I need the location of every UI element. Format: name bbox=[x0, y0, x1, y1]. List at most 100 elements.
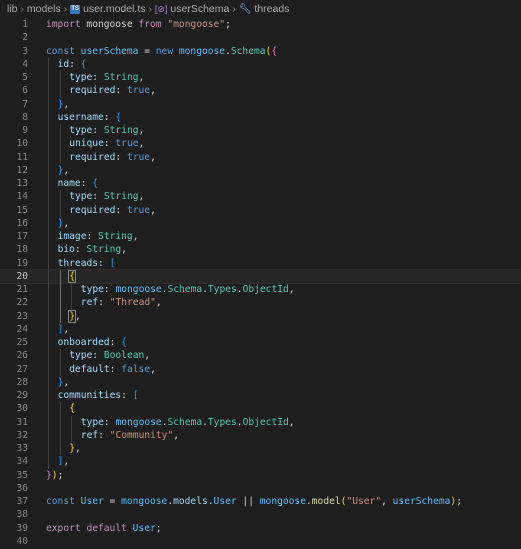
code-token: = bbox=[103, 496, 122, 507]
code-line[interactable]: 14 type: String, bbox=[0, 190, 521, 204]
code-line[interactable]: 22 ref: "Thread", bbox=[0, 296, 521, 310]
code-editor[interactable]: 1 import mongoose from "mongoose"; 2 3 const… bbox=[0, 18, 521, 548]
code-token: String bbox=[103, 125, 139, 136]
code-token: : bbox=[98, 257, 110, 269]
code-token: ; bbox=[155, 522, 162, 534]
indent-guide bbox=[59, 442, 61, 456]
code-line[interactable]: 5 type: String, bbox=[0, 71, 521, 85]
line-number: 36 bbox=[16, 482, 28, 494]
line-number: 33 bbox=[16, 443, 28, 454]
code-token: , bbox=[173, 429, 180, 441]
code-line[interactable]: 16}, bbox=[0, 216, 521, 230]
code-token: , bbox=[132, 231, 139, 242]
code-line[interactable]: 38 bbox=[0, 508, 521, 521]
code-token: id bbox=[57, 58, 70, 70]
code-line[interactable]: 29 communities: [ bbox=[0, 389, 521, 403]
code-line[interactable]: 34], bbox=[0, 455, 521, 469]
code-token: , bbox=[63, 376, 70, 388]
code-text: onboarded: { bbox=[58, 336, 127, 349]
code-token: type bbox=[69, 125, 93, 136]
indent-guide bbox=[48, 442, 49, 456]
code-line[interactable]: 19 threads: [ bbox=[0, 256, 521, 270]
code-line[interactable]: 18 bio: String, bbox=[0, 243, 521, 257]
breadcrumb-lib[interactable]: lib bbox=[7, 3, 18, 15]
line-number: 9 bbox=[22, 125, 28, 136]
code-token: mongoose bbox=[178, 45, 226, 57]
code-line[interactable]: 37 const User = mongoose.models.User || m… bbox=[0, 495, 521, 508]
line-number: 1 bbox=[22, 19, 28, 30]
indent-guide bbox=[59, 428, 61, 442]
code-token: : bbox=[115, 151, 127, 163]
indent-guide bbox=[59, 71, 61, 85]
code-token: mongoose bbox=[121, 496, 168, 507]
code-text: import mongoose from "mongoose"; bbox=[46, 18, 231, 31]
indent-guide bbox=[48, 283, 49, 297]
code-line[interactable]: 24], bbox=[0, 322, 521, 336]
indent-guide bbox=[48, 389, 49, 403]
code-token: : bbox=[92, 72, 104, 83]
code-token: ; bbox=[225, 19, 231, 30]
code-text: unique: true, bbox=[69, 137, 144, 150]
breadcrumb-symbol-threads[interactable]: threads bbox=[254, 3, 289, 15]
code-line[interactable]: 6 required: true, bbox=[0, 84, 521, 98]
code-line[interactable]: 17 image: String, bbox=[0, 230, 521, 244]
code-line[interactable]: 1 import mongoose from "mongoose"; bbox=[0, 18, 521, 31]
code-line[interactable]: 31 type: mongoose.Schema.Types.ObjectId, bbox=[0, 415, 521, 429]
code-token: name bbox=[57, 178, 81, 189]
indent-guide bbox=[59, 203, 61, 217]
code-line[interactable]: 39 export default User; bbox=[0, 522, 521, 535]
indent-guide bbox=[59, 84, 61, 98]
code-token: { bbox=[80, 58, 87, 70]
typescript-file-icon: TS bbox=[70, 4, 81, 14]
code-text: const userSchema = new mongoose.Schema({ bbox=[46, 45, 277, 58]
code-line[interactable]: 32 ref: "Community", bbox=[0, 428, 521, 442]
code-line[interactable]: 36 bbox=[0, 482, 521, 495]
code-text: ], bbox=[58, 323, 70, 336]
code-line[interactable]: 4 id: { bbox=[0, 57, 521, 71]
code-line[interactable]: 12}, bbox=[0, 163, 521, 177]
code-token: , bbox=[155, 297, 162, 309]
code-line[interactable]: 40 bbox=[0, 535, 521, 548]
code-token: mongoose bbox=[115, 416, 162, 428]
code-token: : bbox=[109, 337, 122, 348]
code-line[interactable]: 30 { bbox=[0, 402, 521, 416]
code-line[interactable]: 28}, bbox=[0, 375, 521, 389]
code-line[interactable]: 9 type: String, bbox=[0, 124, 521, 138]
code-line[interactable]: 2 bbox=[0, 31, 521, 44]
code-line[interactable]: 20 { bbox=[0, 268, 521, 285]
code-token: true bbox=[126, 151, 151, 163]
variable-symbol-icon: [⊘] bbox=[154, 3, 168, 14]
code-token: { bbox=[69, 403, 75, 415]
code-line[interactable]: 23}, bbox=[0, 309, 521, 323]
breadcrumb-file[interactable]: user.model.ts bbox=[83, 3, 145, 15]
code-line[interactable]: 26 type: Boolean, bbox=[0, 349, 521, 363]
code-token: mongoose bbox=[259, 496, 306, 507]
code-line[interactable]: 10 unique: true, bbox=[0, 137, 521, 151]
breadcrumb-models[interactable]: models bbox=[27, 3, 61, 15]
code-token: export bbox=[46, 522, 81, 534]
code-line[interactable]: 11 required: true, bbox=[0, 150, 521, 164]
code-token: String bbox=[103, 72, 139, 83]
code-line[interactable]: 35}); bbox=[0, 469, 521, 482]
code-line[interactable]: 27 default: false, bbox=[0, 362, 521, 376]
line-number: 32 bbox=[16, 429, 28, 441]
indent-guide bbox=[48, 124, 49, 138]
code-line[interactable]: 8 username: { bbox=[0, 110, 521, 124]
breadcrumb-symbol-userschema[interactable]: userSchema bbox=[170, 3, 229, 15]
code-line[interactable]: 13 name: { bbox=[0, 177, 521, 191]
code-token: true bbox=[115, 138, 139, 150]
code-token: User bbox=[213, 496, 237, 507]
indent-guide bbox=[48, 150, 49, 164]
code-token: bio bbox=[57, 244, 75, 256]
code-token: { bbox=[271, 45, 278, 57]
code-token: false bbox=[121, 363, 151, 375]
code-token: const bbox=[46, 45, 75, 57]
indent-guide bbox=[59, 190, 61, 204]
code-line[interactable]: 15 required: true, bbox=[0, 203, 521, 217]
code-line[interactable]: 33}, bbox=[0, 442, 521, 456]
code-line[interactable]: 7}, bbox=[0, 97, 521, 111]
code-line[interactable]: 21 type: mongoose.Schema.Types.ObjectId, bbox=[0, 283, 521, 297]
code-token: : bbox=[86, 231, 99, 242]
code-line[interactable]: 25 onboarded: { bbox=[0, 336, 521, 350]
code-line[interactable]: 3 const userSchema = new mongoose.Schema(… bbox=[0, 45, 521, 58]
